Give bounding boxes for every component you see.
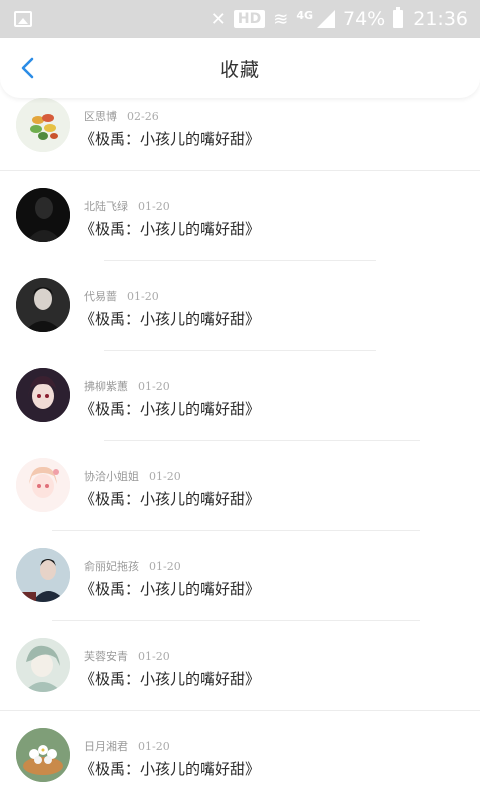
username: 代易蔷 <box>84 290 117 303</box>
status-indicators: ✕ HD ≋ 4G 74% 21:36 <box>210 7 468 30</box>
item-meta: 协洽小姐姐 01-20 <box>84 468 181 484</box>
date: 01-20 <box>138 650 170 663</box>
avatar <box>16 98 70 152</box>
chevron-left-icon <box>21 57 34 79</box>
avatar <box>16 368 70 422</box>
username: 拂柳紫蕙 <box>84 380 128 393</box>
list-item[interactable]: 协洽小姐姐 01-20 《极禹：小孩儿的嘴好甜》 <box>0 441 480 531</box>
avatar <box>16 458 70 512</box>
battery-percent: 74% <box>343 8 386 30</box>
avatar <box>16 548 70 602</box>
username: 俞丽妃拖孩 <box>84 560 139 573</box>
list-item[interactable]: 芙蓉安青 01-20 《极禹：小孩儿的嘴好甜》 <box>0 621 480 711</box>
status-bar: ✕ HD ≋ 4G 74% 21:36 <box>0 0 480 38</box>
date: 01-20 <box>138 740 170 753</box>
mute-icon: ✕ <box>210 8 226 30</box>
username: 芙蓉安青 <box>84 650 128 663</box>
username: 区思博 <box>84 110 117 123</box>
page-title: 收藏 <box>219 58 260 81</box>
date: 01-20 <box>138 200 170 213</box>
list-item[interactable]: 北陆飞绿 01-20 《极禹：小孩儿的嘴好甜》 <box>0 171 480 261</box>
back-button[interactable] <box>12 52 44 84</box>
list-item[interactable]: 区思博 02-26 《极禹：小孩儿的嘴好甜》 <box>0 90 480 171</box>
wifi-icon: ≋ <box>273 8 289 30</box>
username: 北陆飞绿 <box>84 200 128 213</box>
battery-icon <box>393 7 404 28</box>
header: 收藏 <box>0 38 480 98</box>
date: 01-20 <box>127 290 159 303</box>
date: 01-20 <box>149 560 181 573</box>
date: 01-20 <box>138 380 170 393</box>
favorites-list: 区思博 02-26 《极禹：小孩儿的嘴好甜》 北陆飞绿 01-20 《极禹：小孩儿的… <box>0 90 480 800</box>
book-title: 《极禹：小孩儿的嘴好甜》 <box>80 310 261 328</box>
list-item[interactable]: 拂柳紫蕙 01-20 《极禹：小孩儿的嘴好甜》 <box>0 351 480 441</box>
item-meta: 区思博 02-26 <box>84 108 159 124</box>
list-item[interactable]: 日月湘君 01-20 《极禹：小孩儿的嘴好甜》 <box>0 711 480 800</box>
username: 协洽小姐姐 <box>84 470 139 483</box>
item-meta: 代易蔷 01-20 <box>84 288 159 304</box>
avatar <box>16 278 70 332</box>
avatar <box>16 728 70 782</box>
item-meta: 北陆飞绿 01-20 <box>84 198 170 214</box>
item-meta: 俞丽妃拖孩 01-20 <box>84 558 181 574</box>
item-meta: 拂柳紫蕙 01-20 <box>84 378 170 394</box>
avatar <box>16 638 70 692</box>
hd-badge: HD <box>233 10 266 28</box>
network-type: 4G <box>296 8 313 22</box>
list-item[interactable]: 代易蔷 01-20 《极禹：小孩儿的嘴好甜》 <box>0 261 480 351</box>
book-title: 《极禹：小孩儿的嘴好甜》 <box>80 580 261 598</box>
signal-icon <box>317 10 335 28</box>
book-title: 《极禹：小孩儿的嘴好甜》 <box>80 670 261 688</box>
date: 01-20 <box>149 470 181 483</box>
item-meta: 芙蓉安青 01-20 <box>84 648 170 664</box>
list-item[interactable]: 俞丽妃拖孩 01-20 《极禹：小孩儿的嘴好甜》 <box>0 531 480 621</box>
book-title: 《极禹：小孩儿的嘴好甜》 <box>80 760 261 778</box>
book-title: 《极禹：小孩儿的嘴好甜》 <box>80 490 261 508</box>
book-title: 《极禹：小孩儿的嘴好甜》 <box>80 400 261 418</box>
clock: 21:36 <box>413 8 468 30</box>
username: 日月湘君 <box>84 740 128 753</box>
date: 02-26 <box>127 110 159 123</box>
item-meta: 日月湘君 01-20 <box>84 738 170 754</box>
book-title: 《极禹：小孩儿的嘴好甜》 <box>80 220 261 238</box>
gallery-notification-icon <box>14 11 32 27</box>
book-title: 《极禹：小孩儿的嘴好甜》 <box>80 130 261 148</box>
avatar <box>16 188 70 242</box>
